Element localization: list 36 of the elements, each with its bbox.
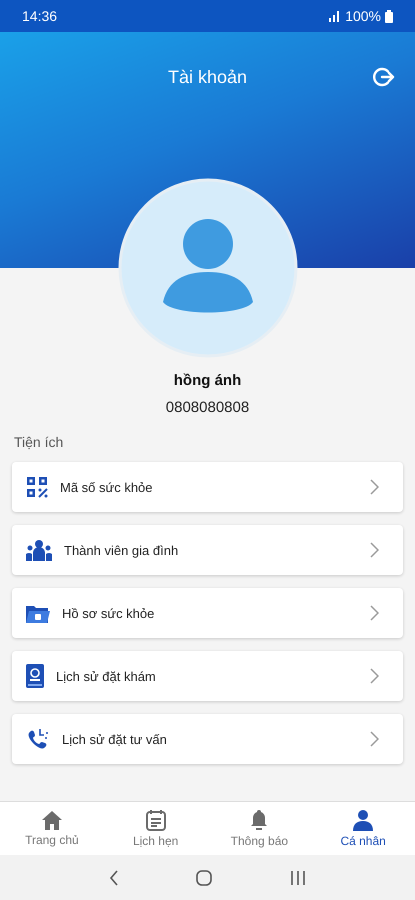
status-time: 14:36 bbox=[22, 8, 58, 24]
menu-item[interactable]: Hồ sơ sức khỏe bbox=[12, 588, 403, 638]
avatar-icon bbox=[118, 178, 298, 358]
menu-item[interactable]: Thành viên gia đình bbox=[12, 525, 403, 575]
logout-icon[interactable] bbox=[373, 66, 395, 88]
family-icon bbox=[26, 539, 52, 561]
calendar-icon bbox=[146, 809, 166, 831]
battery-icon bbox=[385, 10, 393, 22]
person-icon bbox=[353, 809, 374, 831]
nav-tab[interactable]: Thông báo bbox=[208, 802, 312, 855]
menu-item[interactable]: Lịch sử đặt khám bbox=[12, 651, 403, 701]
home-icon bbox=[40, 810, 63, 830]
page-title: Tài khoản bbox=[168, 66, 248, 88]
battery-level: 100% bbox=[345, 8, 381, 24]
chevron-icon bbox=[369, 605, 379, 621]
chevron-icon bbox=[369, 668, 379, 684]
phone-number: 0808080808 bbox=[164, 399, 250, 416]
folder-icon bbox=[26, 603, 50, 623]
home-button-icon[interactable] bbox=[196, 870, 212, 886]
menu-item[interactable]: Mã số sức khỏe bbox=[12, 462, 403, 512]
book-icon bbox=[26, 664, 44, 688]
phone-clock-icon bbox=[26, 727, 50, 751]
section-title: Tiện ích bbox=[14, 434, 64, 450]
bell-icon bbox=[250, 809, 268, 831]
chevron-icon bbox=[369, 731, 379, 747]
qr-code-icon bbox=[26, 476, 48, 498]
nav-tab[interactable]: Cá nhân bbox=[311, 802, 415, 855]
back-icon[interactable] bbox=[108, 870, 119, 886]
chevron-icon bbox=[369, 542, 379, 558]
user-name: hồng ánh bbox=[172, 372, 242, 389]
nav-tab[interactable]: Lịch hẹn bbox=[104, 802, 208, 855]
nav-tab[interactable]: Trang chủ bbox=[0, 802, 104, 855]
signal-icon bbox=[327, 10, 342, 22]
menu-item[interactable]: Lịch sử đặt tư vấn bbox=[12, 714, 403, 764]
recent-apps-icon[interactable] bbox=[290, 870, 306, 886]
chevron-icon bbox=[369, 479, 379, 495]
